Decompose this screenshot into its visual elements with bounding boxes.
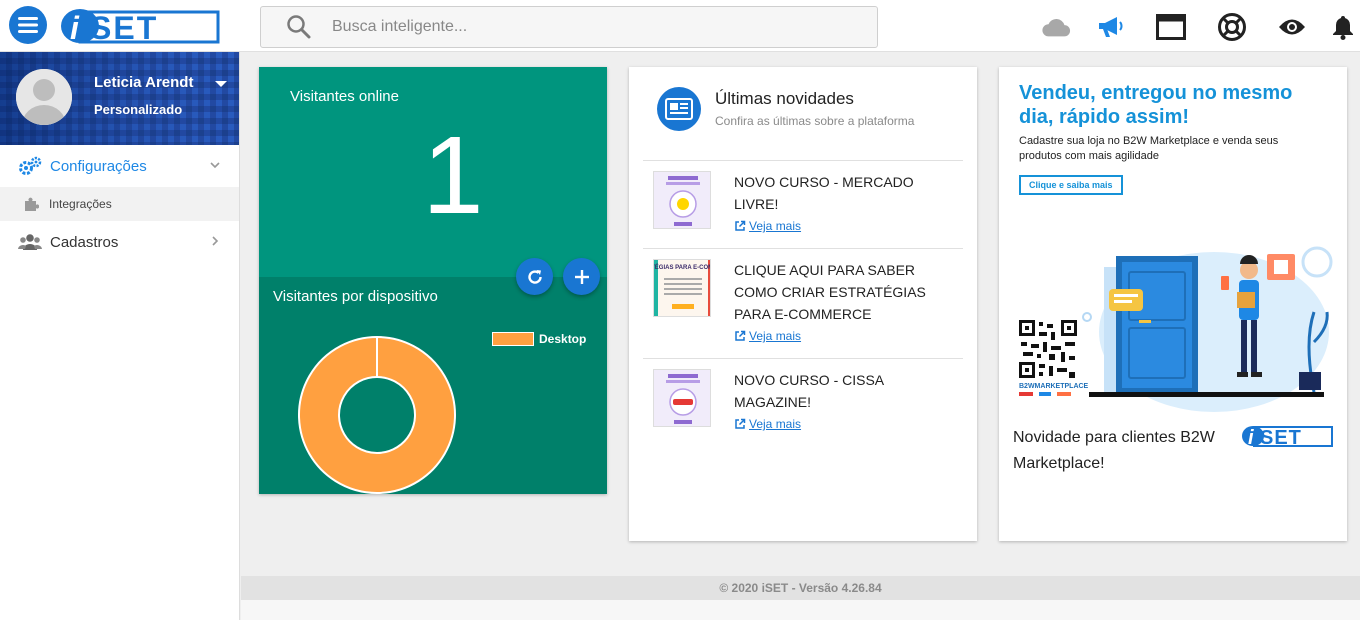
search-bar[interactable] xyxy=(260,6,878,48)
user-name: Leticia Arendt xyxy=(94,74,194,91)
iset-logo[interactable]: i SET xyxy=(60,7,222,45)
news-item-link[interactable]: Veja mais xyxy=(734,219,801,233)
svg-text:i: i xyxy=(1248,427,1254,448)
legend-label: Desktop xyxy=(539,332,587,346)
news-subtitle: Confira as últimas sobre a plataforma xyxy=(715,114,915,128)
news-thumbnail xyxy=(653,369,711,427)
news-thumbnail: ESTRATÉGIAS PARA E-COMMERCE xyxy=(653,259,711,317)
external-link-icon xyxy=(735,220,746,231)
sidebar-subitem-label: Integrações xyxy=(49,197,112,211)
megaphone-icon xyxy=(1099,17,1123,37)
bell-icon xyxy=(1333,16,1353,40)
avatar xyxy=(16,69,72,125)
svg-text:SET: SET xyxy=(1260,427,1302,448)
refresh-icon xyxy=(527,269,542,284)
search-input[interactable] xyxy=(332,18,832,36)
visitors-by-device-panel: Visitantes por dispositivo Desktop xyxy=(259,277,607,494)
visitors-online-title: Visitantes online xyxy=(290,88,399,105)
newspaper-icon xyxy=(657,87,701,131)
sidebar-subitem-integracoes[interactable]: Integrações xyxy=(0,187,239,221)
chart-legend: Desktop xyxy=(492,332,586,346)
window-button[interactable] xyxy=(1156,12,1186,42)
news-card: Últimas novidades Confira as últimas sob… xyxy=(629,67,977,541)
cloud-icon xyxy=(1042,18,1071,37)
news-item-title: CLIQUE AQUI PARA SABER COMO CRIAR ESTRAT… xyxy=(734,262,926,322)
chevron-down-icon xyxy=(210,162,220,169)
visitors-card: Visitantes online 1 Visitantes por dispo… xyxy=(259,67,607,494)
news-item-title: NOVO CURSO - CISSA MAGAZINE! xyxy=(734,372,884,410)
device-donut-chart xyxy=(298,336,456,494)
sidebar: Leticia Arendt Personalizado Configuraçõ… xyxy=(0,52,240,620)
delivery-illustration: B2WMARKETPLACE xyxy=(1019,246,1333,412)
news-item-link[interactable]: Veja mais xyxy=(734,417,801,431)
legend-swatch xyxy=(492,332,534,346)
news-item-link[interactable]: Veja mais xyxy=(734,329,801,343)
notifications-button[interactable] xyxy=(1328,12,1358,42)
top-bar: i SET xyxy=(0,0,1360,52)
qr-code xyxy=(1019,320,1077,378)
svg-text:i: i xyxy=(70,10,80,45)
ad-text: Cadastre sua loja no B2W Marketplace e v… xyxy=(1019,135,1279,162)
ad-headline: Vendeu, entregou no mesmo dia, rápido as… xyxy=(1019,82,1293,128)
caret-down-icon[interactable] xyxy=(214,79,228,89)
refresh-button[interactable] xyxy=(516,258,553,295)
eye-icon xyxy=(1279,19,1305,35)
thumbnail-heading: ESTRATÉGIAS PARA E-COMMERCE xyxy=(654,263,711,271)
gears-icon xyxy=(18,156,44,176)
sidebar-item-label: Configurações xyxy=(50,157,147,175)
user-role: Personalizado xyxy=(94,102,183,117)
qr-caption: B2WMARKETPLACE xyxy=(1019,383,1089,390)
external-link-icon xyxy=(735,418,746,429)
b2w-ad-card[interactable]: Vendeu, entregou no mesmo dia, rápido as… xyxy=(999,67,1347,541)
news-item[interactable]: NOVO CURSO - CISSA MAGAZINE! Veja mais xyxy=(643,358,963,446)
user-profile[interactable]: Leticia Arendt Personalizado xyxy=(0,52,239,145)
footer: © 2020 iSET - Versão 4.26.84 xyxy=(241,576,1360,600)
footer-spacer xyxy=(241,600,1360,620)
news-thumbnail xyxy=(653,171,711,229)
footer-text: © 2020 iSET - Versão 4.26.84 xyxy=(719,581,882,595)
window-icon xyxy=(1156,14,1186,40)
menu-button[interactable] xyxy=(9,6,47,44)
external-link-icon xyxy=(735,330,746,341)
search-icon xyxy=(287,15,311,39)
learn-more-button[interactable]: Clique e saiba mais xyxy=(1019,175,1123,195)
news-link-label: Veja mais xyxy=(749,417,802,431)
puzzle-icon xyxy=(23,196,39,212)
cloud-button[interactable] xyxy=(1041,12,1071,42)
news-item[interactable]: NOVO CURSO - MERCADO LIVRE! Veja mais xyxy=(643,160,963,248)
sidebar-item-configuracoes[interactable]: Configurações xyxy=(0,145,239,187)
announcements-button[interactable] xyxy=(1096,12,1126,42)
users-icon xyxy=(18,233,44,251)
menu-icon xyxy=(18,17,38,33)
sidebar-item-cadastros[interactable]: Cadastros xyxy=(0,221,239,263)
ad-caption: Novidade para clientes B2W Marketplace! xyxy=(1013,429,1215,472)
news-link-label: Veja mais xyxy=(749,219,802,233)
add-button[interactable] xyxy=(563,258,600,295)
news-item[interactable]: ESTRATÉGIAS PARA E-COMMERCE CLIQUE AQUI … xyxy=(643,248,963,358)
plus-icon xyxy=(574,269,589,284)
visitors-online-count: 1 xyxy=(422,114,484,237)
svg-text:SET: SET xyxy=(90,10,158,45)
news-item-title: NOVO CURSO - MERCADO LIVRE! xyxy=(734,174,914,212)
chevron-right-icon xyxy=(212,236,219,246)
sidebar-item-label: Cadastros xyxy=(50,233,119,251)
news-title: Últimas novidades xyxy=(715,89,854,108)
iset-logo-small: i SET xyxy=(1242,426,1333,448)
visibility-button[interactable] xyxy=(1277,12,1307,42)
lifebuoy-icon xyxy=(1218,13,1246,41)
support-button[interactable] xyxy=(1217,12,1247,42)
news-link-label: Veja mais xyxy=(749,329,802,343)
